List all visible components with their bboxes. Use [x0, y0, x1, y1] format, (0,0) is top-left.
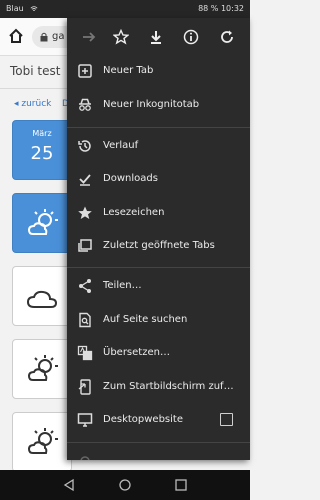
menu-item-settings-partial[interactable] [67, 445, 250, 460]
weather-card[interactable] [12, 412, 72, 472]
menu-divider [67, 442, 250, 443]
back-triangle-icon[interactable] [62, 478, 76, 492]
menu-item-add-to-home-screen[interactable]: Zum Startbildschirm zuf… [67, 371, 250, 404]
menu-item-incognito-tab[interactable]: Neuer Inkognitotab [67, 89, 250, 122]
translate-icon [77, 345, 93, 361]
add-to-home-icon [78, 379, 91, 395]
url-text: ga [52, 31, 65, 42]
date-month: März [32, 129, 52, 138]
carrier-label: Blau [6, 4, 24, 13]
history-icon [78, 140, 91, 152]
desktop-icon [77, 413, 93, 427]
clock-label: 10:32 [220, 4, 244, 13]
sun-cloud-icon [27, 428, 58, 454]
gear-icon [80, 456, 90, 460]
date-card[interactable]: März 25 [12, 120, 72, 180]
incognito-icon [79, 98, 91, 111]
menu-divider [67, 267, 250, 268]
recent-tabs-icon [78, 239, 92, 252]
menu-item-bookmarks[interactable]: Lesezeichen [67, 197, 250, 230]
system-nav-bar [0, 470, 250, 500]
weather-card[interactable] [12, 193, 72, 253]
refresh-icon[interactable] [219, 29, 235, 45]
menu-item-translate[interactable]: Übersetzen… [67, 337, 250, 370]
menu-item-new-tab[interactable]: Neuer Tab [67, 55, 250, 88]
recents-square-icon[interactable] [174, 478, 188, 492]
home-icon[interactable] [8, 28, 24, 44]
date-day: 25 [30, 143, 54, 164]
new-tab-icon [78, 64, 92, 78]
battery-label: 88 % [198, 4, 219, 13]
sun-cloud-icon [27, 355, 58, 381]
lock-icon [40, 32, 48, 42]
wifi-icon [30, 6, 38, 11]
menu-item-downloads[interactable]: Downloads [67, 163, 250, 196]
menu-item-find-in-page[interactable]: Auf Seite suchen [67, 304, 250, 337]
sun-cloud-icon [27, 209, 58, 235]
info-icon[interactable] [183, 29, 199, 45]
share-icon [79, 279, 91, 293]
weather-card[interactable] [12, 266, 72, 326]
bookmarks-icon [78, 206, 92, 219]
weather-card[interactable] [12, 339, 72, 399]
menu-item-history[interactable]: Verlauf [67, 130, 250, 163]
downloads-icon [79, 174, 91, 186]
menu-divider [67, 127, 250, 128]
page-title: Tobi test [10, 64, 61, 78]
menu-item-recent-tabs[interactable]: Zuletzt geöffnete Tabs [67, 230, 250, 263]
back-link[interactable]: ◂ zurück D [14, 99, 69, 109]
menu-item-share[interactable]: Teilen… [67, 270, 250, 303]
desktop-site-checkbox[interactable] [220, 413, 233, 426]
menu-item-desktop-site[interactable]: Desktopwebsite [67, 404, 250, 437]
back-link-label: ◂ zurück [14, 99, 52, 109]
status-bar: Blau 88 % 10:32 [0, 0, 250, 18]
menu-toolbar [67, 18, 250, 56]
cloud-icon [26, 290, 58, 308]
overflow-menu: Neuer Tab Neuer Inkognitotab Verlauf Dow… [67, 18, 250, 460]
download-icon[interactable] [148, 29, 164, 45]
star-icon[interactable] [113, 29, 129, 45]
forward-arrow-icon[interactable] [81, 29, 97, 45]
find-in-page-icon [79, 312, 91, 328]
home-circle-icon[interactable] [118, 478, 132, 492]
